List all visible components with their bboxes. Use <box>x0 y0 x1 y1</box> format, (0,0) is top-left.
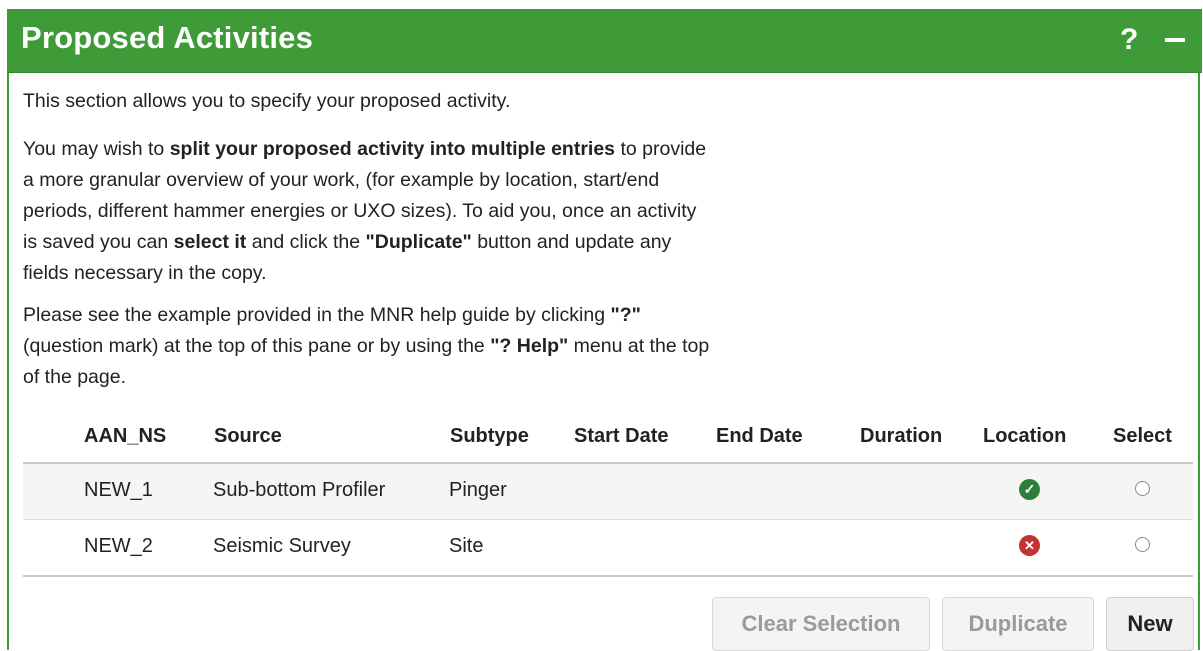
cell-source: Seismic Survey <box>213 535 351 557</box>
intro-line: You may wish to split your proposed acti… <box>23 134 706 165</box>
intro-text: menu at the top <box>568 335 710 357</box>
column-header-end-date[interactable]: End Date <box>716 425 803 448</box>
panel-header: Proposed Activities ? <box>7 9 1202 73</box>
intro-bold-text: "?" <box>610 304 641 326</box>
intro-bold-text: "? Help" <box>490 335 569 357</box>
table-header: AAN_NS Source Subtype Start Date End Dat… <box>23 414 1193 464</box>
intro-text: button and update any <box>471 231 672 253</box>
cell-source: Sub-bottom Profiler <box>213 479 386 501</box>
intro-line: Please see the example provided in the M… <box>23 300 709 331</box>
intro-line: fields necessary in the copy. <box>23 262 267 284</box>
cell-aan-ns: NEW_2 <box>84 535 153 557</box>
intro-line: is saved you can select it and click the… <box>23 227 706 258</box>
intro-line: periods, different hammer energies or UX… <box>23 200 697 222</box>
intro-paragraph-3: Please see the example provided in the M… <box>23 300 709 393</box>
help-icon[interactable]: ? <box>1120 23 1138 57</box>
check-circle-icon: ✓ <box>1019 479 1040 500</box>
column-header-select[interactable]: Select <box>1113 425 1172 448</box>
intro-paragraph-1: This section allows you to specify your … <box>23 86 510 117</box>
intro-bold-text: "Duplicate" <box>365 231 472 253</box>
intro-paragraph-2: You may wish to split your proposed acti… <box>23 134 706 289</box>
table-row[interactable]: NEW_1 Sub-bottom Profiler Pinger ✓ <box>23 464 1193 520</box>
x-circle-icon: ✕ <box>1019 535 1040 556</box>
intro-text: (question mark) at the top of this pane … <box>23 335 491 357</box>
intro-line: a more granular overview of your work, (… <box>23 169 660 191</box>
intro-line: (question mark) at the top of this pane … <box>23 331 709 362</box>
select-radio[interactable] <box>1135 537 1150 552</box>
intro-bold-text: split your proposed activity into multip… <box>169 138 616 160</box>
new-button[interactable]: New <box>1106 597 1194 651</box>
column-header-location[interactable]: Location <box>983 425 1066 448</box>
clear-selection-button[interactable]: Clear Selection <box>712 597 930 651</box>
column-header-duration[interactable]: Duration <box>860 425 942 448</box>
intro-text: You may wish to <box>23 138 170 160</box>
intro-text: and click the <box>246 231 366 253</box>
panel-title: Proposed Activities <box>21 20 314 55</box>
cell-subtype: Pinger <box>449 479 507 501</box>
intro-line: of the page. <box>23 366 127 388</box>
collapse-icon[interactable] <box>1165 21 1185 42</box>
proposed-activities-panel: Proposed Activities ? This section allow… <box>7 9 1202 651</box>
select-radio[interactable] <box>1135 481 1150 496</box>
activities-table: AAN_NS Source Subtype Start Date End Dat… <box>23 414 1193 577</box>
table-row[interactable]: NEW_2 Seismic Survey Site ✕ <box>23 520 1193 577</box>
cell-aan-ns: NEW_1 <box>84 479 153 501</box>
column-header-subtype[interactable]: Subtype <box>450 425 529 448</box>
intro-text: This section allows you to specify your … <box>23 90 511 112</box>
duplicate-button[interactable]: Duplicate <box>942 597 1094 651</box>
cell-subtype: Site <box>449 535 484 557</box>
column-header-source[interactable]: Source <box>214 425 282 448</box>
intro-bold-text: select it <box>173 231 247 253</box>
column-header-start-date[interactable]: Start Date <box>574 425 668 448</box>
intro-text: is saved you can <box>23 231 174 253</box>
intro-text: Please see the example provided in the M… <box>23 304 611 326</box>
intro-text: to provide <box>615 138 707 160</box>
column-header-aan-ns[interactable]: AAN_NS <box>84 425 166 448</box>
